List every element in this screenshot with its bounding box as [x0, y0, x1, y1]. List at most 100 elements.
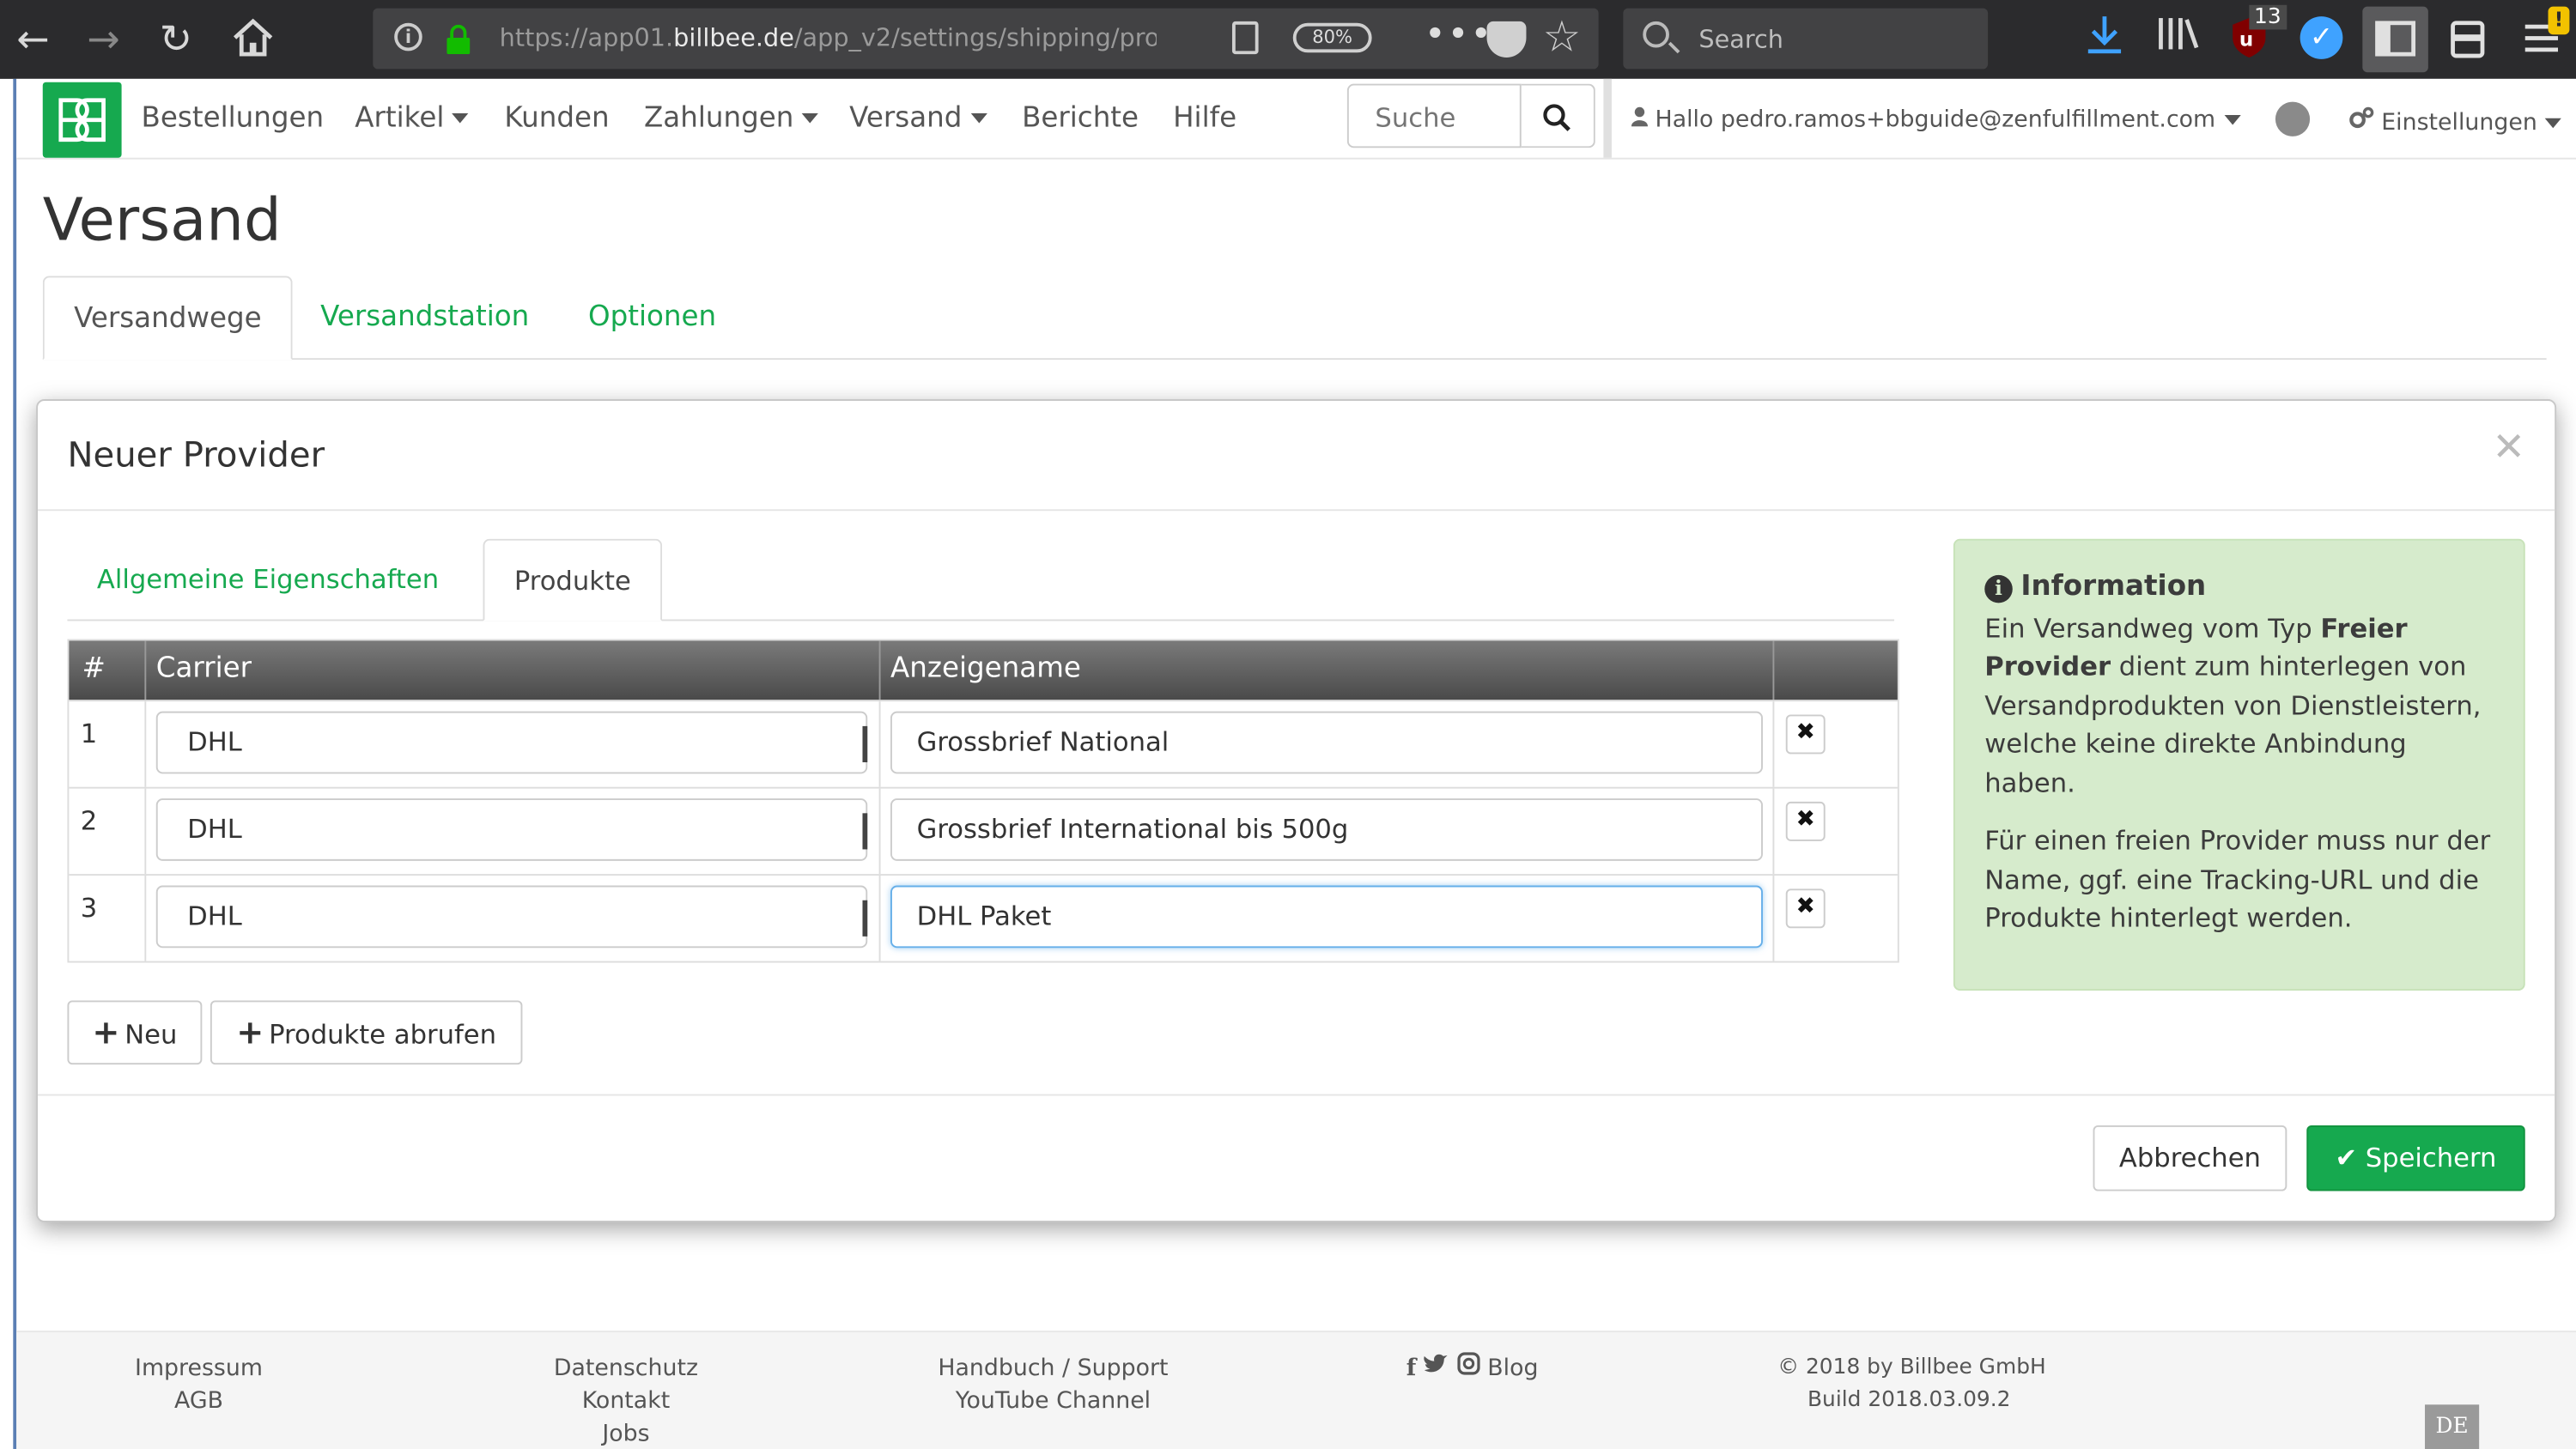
information-text-1: Ein Versandweg vom Typ Freier Provider d…: [1984, 609, 2494, 802]
svg-text:u: u: [2239, 29, 2253, 52]
caret-down-icon: [452, 113, 470, 124]
column-divider: [144, 788, 147, 875]
avatar[interactable]: [2275, 101, 2311, 136]
download-icon[interactable]: [2085, 13, 2124, 65]
remove-icon: ✖: [1795, 806, 1815, 834]
tab-versandwege[interactable]: Versandwege: [42, 276, 293, 361]
delete-row-button[interactable]: ✖: [1785, 888, 1826, 929]
display-name-input[interactable]: DHL Paket: [890, 885, 1763, 949]
column-divider: [1772, 788, 1775, 875]
vivaldi-extension-icon[interactable]: ✓: [2300, 16, 2343, 59]
forward-arrow-icon[interactable]: →: [87, 16, 119, 63]
products-table: # Carrier Anzeigename 1 DHL Grossbrief N…: [67, 639, 1899, 963]
add-product-button[interactable]: + Neu: [67, 1000, 203, 1065]
browser-toolbar: ← → ↻ i https://app01.billbee.de/app_v2/…: [0, 0, 2576, 79]
home-icon[interactable]: [232, 18, 275, 64]
tab-allgemeine-eigenschaften[interactable]: Allgemeine Eigenschaften: [97, 539, 439, 620]
footer-link-blog[interactable]: Blog: [1487, 1355, 1538, 1382]
pocket-icon[interactable]: [1486, 21, 1527, 58]
fetch-products-label: Produkte abrufen: [269, 1018, 497, 1050]
modal-footer-divider: [38, 1094, 2555, 1096]
close-icon[interactable]: ✕: [2492, 424, 2524, 470]
tab-produkte[interactable]: Produkte: [483, 538, 663, 621]
column-divider: [144, 876, 147, 961]
column-divider: [144, 701, 147, 787]
update-warning-icon[interactable]: !: [2548, 6, 2570, 35]
display-name-input[interactable]: Grossbrief National: [890, 711, 1763, 774]
lock-icon[interactable]: [446, 24, 472, 55]
facebook-icon[interactable]: f: [1406, 1355, 1417, 1382]
back-arrow-icon[interactable]: ←: [16, 16, 49, 63]
library-icon[interactable]: [2155, 13, 2202, 62]
footer-link-youtube[interactable]: YouTube Channel: [930, 1385, 1176, 1417]
reader-view-icon[interactable]: [1231, 21, 1259, 55]
footer-link-agb[interactable]: AGB: [135, 1385, 263, 1417]
carrier-select[interactable]: DHL: [155, 711, 868, 774]
page-actions-icon[interactable]: •••: [1425, 15, 1493, 56]
save-label: Speichern: [2365, 1142, 2497, 1173]
footer-link-jobs[interactable]: Jobs: [542, 1418, 709, 1449]
cogs-icon: [2349, 106, 2374, 129]
window-left-edge: [13, 78, 17, 1449]
column-divider: [878, 640, 881, 700]
container-tab-icon[interactable]: [2450, 20, 2486, 66]
caret-down-icon: [2223, 114, 2240, 125]
user-menu[interactable]: Hallo pedro.ramos+bbguide@zenfulfillment…: [1631, 106, 2240, 133]
browser-search-box[interactable]: Search: [1623, 8, 1989, 70]
caret-down-icon: [970, 113, 987, 124]
instagram-icon[interactable]: [1457, 1352, 1480, 1375]
tab-optionen[interactable]: Optionen: [588, 276, 716, 359]
carrier-select[interactable]: DHL: [155, 798, 868, 861]
display-name-input[interactable]: Grossbrief International bis 500g: [890, 798, 1763, 861]
zoom-level[interactable]: 80%: [1292, 22, 1372, 53]
nav-zahlungen[interactable]: Zahlungen: [644, 102, 819, 135]
table-row: 2 DHL Grossbrief International bis 500g …: [69, 786, 1898, 875]
url-bar[interactable]: i https://app01.billbee.de/app_v2/settin…: [373, 8, 1599, 70]
info-icon[interactable]: i: [394, 22, 422, 52]
delete-row-button[interactable]: ✖: [1785, 801, 1826, 841]
billbee-logo[interactable]: [42, 82, 122, 158]
nav-versand[interactable]: Versand: [849, 102, 987, 135]
footer-link-kontakt[interactable]: Kontakt: [542, 1385, 709, 1417]
new-provider-modal: Neuer Provider ✕ Allgemeine Eigenschafte…: [36, 399, 2557, 1222]
nav-artikel[interactable]: Artikel: [355, 102, 470, 135]
information-text-1a: Ein Versandweg vom Typ: [1984, 611, 2321, 644]
twitter-icon[interactable]: [1424, 1354, 1450, 1375]
information-heading: i Information: [1984, 568, 2494, 607]
carrier-select[interactable]: DHL: [155, 885, 868, 949]
delete-row-button[interactable]: ✖: [1785, 714, 1826, 755]
app-navbar: Bestellungen Artikel Kunden Zahlungen Ve…: [16, 78, 2576, 160]
footer-link-impressum[interactable]: Impressum: [135, 1352, 263, 1385]
column-divider: [1772, 640, 1775, 700]
tab-versandstation[interactable]: Versandstation: [320, 276, 529, 359]
information-title: Information: [2020, 570, 2207, 603]
plus-icon: +: [92, 1011, 120, 1052]
save-button[interactable]: ✔ Speichern: [2306, 1125, 2525, 1191]
remove-icon: ✖: [1795, 719, 1815, 746]
nav-hilfe[interactable]: Hilfe: [1173, 102, 1236, 135]
check-icon: ✔: [2335, 1142, 2358, 1173]
nav-bestellungen[interactable]: Bestellungen: [142, 102, 325, 135]
app-search-button[interactable]: [1521, 83, 1595, 149]
nav-versand-label: Versand: [849, 101, 963, 135]
footer-link-handbuch[interactable]: Handbuch / Support: [930, 1352, 1176, 1385]
bookmark-star-icon[interactable]: ☆: [1543, 13, 1582, 62]
column-divider: [1772, 876, 1775, 961]
url-text[interactable]: https://app01.billbee.de/app_v2/settings…: [500, 23, 1157, 52]
app-search-input[interactable]: [1371, 100, 1520, 135]
information-text-2: Für einen freien Provider muss nur der N…: [1984, 824, 2491, 934]
fetch-products-button[interactable]: + Produkte abrufen: [210, 1000, 523, 1065]
footer-link-datenschutz[interactable]: Datenschutz: [542, 1352, 709, 1385]
app-search-field[interactable]: [1346, 83, 1522, 149]
settings-menu[interactable]: Einstellungen: [2349, 106, 2562, 136]
sidebar-toggle-icon[interactable]: [2362, 6, 2428, 73]
row-number: 3: [80, 892, 98, 924]
column-divider: [878, 876, 881, 961]
caret-down-icon: [801, 113, 819, 124]
reload-icon[interactable]: ↻: [160, 16, 192, 63]
cancel-button[interactable]: Abbrechen: [2093, 1125, 2287, 1191]
nav-kunden[interactable]: Kunden: [504, 102, 609, 135]
nav-berichte[interactable]: Berichte: [1022, 102, 1139, 135]
language-switcher[interactable]: DE: [2425, 1404, 2480, 1449]
footer-social: f Blog: [1406, 1352, 1604, 1385]
